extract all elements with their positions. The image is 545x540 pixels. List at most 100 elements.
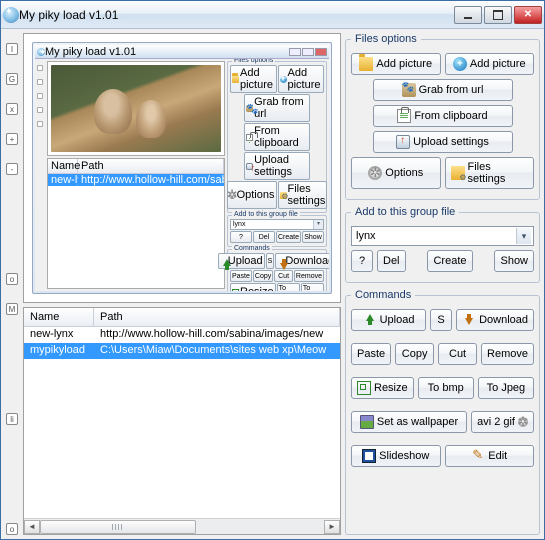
titlebar[interactable]: My piky load v1.01 <box>1 1 544 29</box>
group-select[interactable]: lynx <box>351 226 534 246</box>
th-name[interactable]: Name <box>24 308 94 326</box>
lb-5[interactable]: - <box>6 163 18 175</box>
lynx-photo <box>51 65 221 152</box>
files-settings-icon <box>451 166 465 180</box>
wallpaper-button[interactable]: Set as wallpaper <box>351 411 467 433</box>
mini-td-name: new-lynx <box>48 174 78 186</box>
to-jpeg-button[interactable]: To Jpeg <box>478 377 534 399</box>
mini-right: Files options Add pictureAdd picture Gra… <box>227 61 327 289</box>
lb-1[interactable]: I <box>6 43 18 55</box>
app-window: My piky load v1.01 I G x + - o M li o <box>0 0 545 540</box>
mini-resize: Resize <box>230 283 276 291</box>
mini-select: lynx <box>230 219 324 230</box>
mini-add2: Add picture <box>278 65 325 93</box>
mini-tobmp: To bmp <box>277 283 300 291</box>
mini-table: NamePath new-lynxhttp://www.hollow-hill.… <box>47 158 225 289</box>
add-icon <box>453 57 467 71</box>
mini-paste: Paste <box>230 270 252 282</box>
td-path: http://www.hollow-hill.com/sabina/images… <box>94 327 340 343</box>
mini-preview <box>47 61 225 156</box>
help-button[interactable]: ? <box>351 250 373 272</box>
gear-icon <box>368 166 382 180</box>
mini-q: ? <box>230 231 252 243</box>
mini-cmd-legend: Commands <box>232 245 272 252</box>
scroll-thumb[interactable] <box>40 520 196 534</box>
copy-button[interactable]: Copy <box>395 343 434 365</box>
avi2gif-button[interactable]: avi 2 gif <box>471 411 534 433</box>
lb-4[interactable]: + <box>6 133 18 145</box>
mini-fo-legend: Files options <box>232 59 275 64</box>
lb-3[interactable]: x <box>6 103 18 115</box>
files-options-group: Files options Add picture Add picture Gr… <box>345 33 540 200</box>
td-name: new-lynx <box>24 327 94 343</box>
upload-button[interactable]: Upload <box>351 309 426 331</box>
left-toolbar: I G x + - o M li o <box>5 33 19 535</box>
lb-6[interactable]: o <box>6 273 18 285</box>
upload-settings-icon <box>396 135 410 149</box>
mini-grp-legend: Add to this group file <box>232 211 300 218</box>
cut-button[interactable]: Cut <box>438 343 477 365</box>
h-scrollbar[interactable]: ◄ ► <box>24 518 340 534</box>
maximize-button[interactable] <box>484 6 512 24</box>
minimize-button[interactable] <box>454 6 482 24</box>
table-body[interactable]: new-lynx http://www.hollow-hill.com/sabi… <box>24 327 340 518</box>
grab-icon <box>402 83 416 97</box>
preview-thumbnail: My piky load v1.01 NamePath new-lynxhttp… <box>32 42 332 294</box>
mini-clip: From clipboard <box>244 123 310 151</box>
mini-fset: Files settings <box>278 181 328 209</box>
th-path[interactable]: Path <box>94 308 340 326</box>
preview-pane: My piky load v1.01 NamePath new-lynxhttp… <box>23 33 341 303</box>
clipboard-icon <box>397 109 411 123</box>
pencil-icon <box>471 449 485 463</box>
slideshow-button[interactable]: Slideshow <box>351 445 441 467</box>
options-button[interactable]: Options <box>351 157 441 189</box>
mini-remove: Remove <box>294 270 324 282</box>
table-row[interactable]: new-lynx http://www.hollow-hill.com/sabi… <box>24 327 340 343</box>
window-title: My piky load v1.01 <box>19 8 454 22</box>
mini-create: Create <box>276 231 301 243</box>
show-button[interactable]: Show <box>494 250 534 272</box>
mini-grab: Grab from url <box>244 94 310 122</box>
add-picture-button-1[interactable]: Add picture <box>351 53 441 75</box>
right-column: Files options Add picture Add picture Gr… <box>345 33 540 535</box>
edit-button[interactable]: Edit <box>445 445 535 467</box>
mini-add1: Add picture <box>230 65 277 93</box>
scroll-track[interactable] <box>40 520 324 534</box>
table-row[interactable]: mypikyload C:\Users\Miaw\Documents\sites… <box>24 343 340 359</box>
mini-window: My piky load v1.01 NamePath new-lynxhttp… <box>35 45 329 291</box>
scroll-left-button[interactable]: ◄ <box>24 520 40 534</box>
close-button[interactable] <box>514 6 542 24</box>
to-bmp-button[interactable]: To bmp <box>418 377 474 399</box>
from-clipboard-button[interactable]: From clipboard <box>373 105 513 127</box>
resize-button[interactable]: Resize <box>351 377 414 399</box>
grab-url-button[interactable]: Grab from url <box>373 79 513 101</box>
td-path: C:\Users\Miaw\Documents\sites web xp\Meo… <box>94 343 340 359</box>
group-legend: Add to this group file <box>351 206 459 218</box>
mini-cut: Cut <box>274 270 293 282</box>
scroll-right-button[interactable]: ► <box>324 520 340 534</box>
files-settings-button[interactable]: Files settings <box>445 157 535 189</box>
td-name: mypikyload <box>24 343 94 359</box>
lb-2[interactable]: G <box>6 73 18 85</box>
paste-button[interactable]: Paste <box>351 343 391 365</box>
del-button[interactable]: Del <box>377 250 406 272</box>
lb-7[interactable]: M <box>6 303 18 315</box>
mini-show: Show <box>302 231 324 243</box>
upload-settings-button[interactable]: Upload settings <box>373 131 513 153</box>
mini-app-icon <box>37 48 45 56</box>
mini-download: Download <box>275 253 329 269</box>
table-header: Name Path <box>24 308 340 327</box>
lb-8[interactable]: li <box>6 413 18 425</box>
file-table: Name Path new-lynx http://www.hollow-hil… <box>23 307 341 535</box>
mini-th-name: Name <box>48 159 78 173</box>
lb-9[interactable]: o <box>6 523 18 535</box>
mini-max <box>302 48 314 56</box>
s-button[interactable]: S <box>430 309 452 331</box>
middle-column: My piky load v1.01 NamePath new-lynxhttp… <box>23 33 341 535</box>
create-button[interactable]: Create <box>427 250 472 272</box>
add-picture-button-2[interactable]: Add picture <box>445 53 535 75</box>
download-button[interactable]: Download <box>456 309 534 331</box>
group-file-group: Add to this group file lynx ? Del Create… <box>345 206 540 283</box>
remove-button[interactable]: Remove <box>481 343 534 365</box>
folder-icon <box>359 57 373 71</box>
